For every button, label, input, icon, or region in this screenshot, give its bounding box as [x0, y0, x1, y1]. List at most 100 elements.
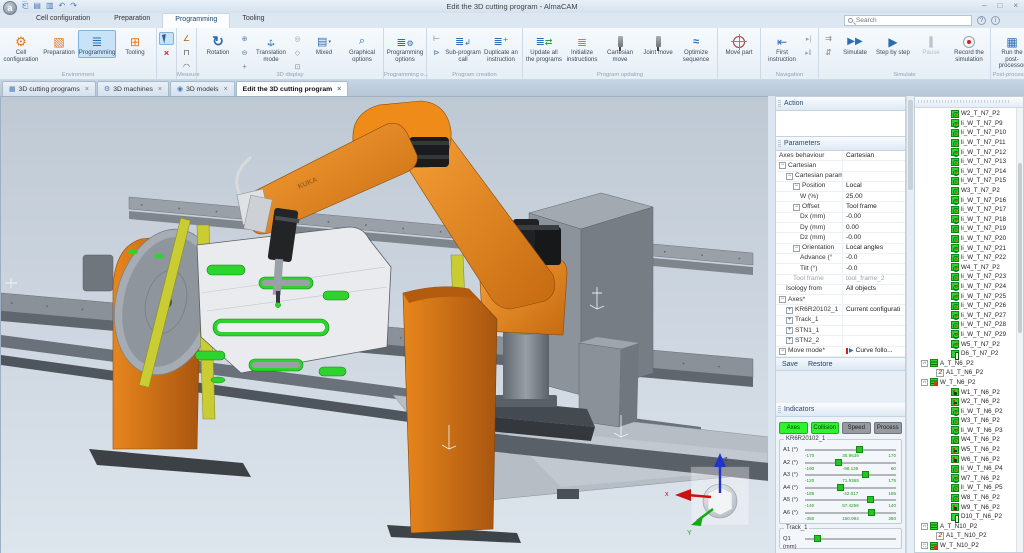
collapse-icon[interactable]: − — [793, 245, 800, 252]
zoom-out-icon[interactable]: ⊖ — [237, 46, 252, 59]
ribbon-button-graphical-options[interactable]: ⌕Graphical options — [343, 30, 381, 64]
doc-tab-edit-the-3d-cutting-program[interactable]: Edit the 3D cutting program× — [236, 81, 349, 96]
expand-icon[interactable]: + — [786, 307, 793, 314]
ribbon-button-simulate[interactable]: ▶▶Simulate — [836, 30, 874, 58]
parameter-row-advance[interactable]: Advance (°-0.0 — [776, 254, 905, 264]
parameter-row-move-mode[interactable]: −Move mode*▶Curve follo... — [776, 347, 905, 357]
expand-icon[interactable]: + — [786, 337, 793, 344]
view-cube-icon[interactable]: ◇ — [290, 46, 305, 59]
create-point-icon[interactable]: ⊢ — [429, 32, 444, 45]
tree-scrollbar[interactable] — [1016, 108, 1023, 553]
viewport-3d[interactable]: KUKA — [0, 96, 768, 553]
parameter-row-cartesian[interactable]: −Cartesian — [776, 161, 905, 171]
parameter-value[interactable]: Local — [842, 182, 905, 191]
tree-item-li-w-t-n7-p28[interactable]: li_W_T_N7_P28 — [915, 320, 1023, 330]
ribbon-button-duplicate-an-instruction[interactable]: ≣⁺Duplicate an instruction — [482, 30, 520, 64]
create-path-icon[interactable]: ⊳ — [429, 46, 444, 59]
doc-tab-3d-machines[interactable]: ⚙3D machines× — [97, 81, 169, 96]
collapse-icon[interactable]: − — [779, 348, 786, 355]
parameter-row-position[interactable]: −PositionLocal — [776, 182, 905, 192]
close-tab-icon[interactable]: × — [158, 86, 162, 93]
ribbon-tab-preparation[interactable]: Preparation — [102, 13, 162, 28]
parameter-value[interactable] — [842, 326, 905, 335]
tree-item-li-w-t-n7-p21[interactable]: li_W_T_N7_P21 — [915, 243, 1023, 253]
tree-item-li-w-t-n7-p19[interactable]: li_W_T_N7_P19 — [915, 224, 1023, 234]
delete-x-icon[interactable]: × — [159, 46, 174, 59]
parameter-value[interactable]: -0.0 — [842, 264, 905, 273]
tree-item-w-t-n10-p2[interactable]: −W_T_N10_P2 — [915, 541, 1023, 551]
axis-slider-a5[interactable]: A5 (°)-14057.4256140 — [783, 496, 898, 509]
axis-slider-a6[interactable]: A6 (°)-350150.994350 — [783, 509, 898, 522]
tree-item-w4-t-n6-p2[interactable]: W4_T_N6_P2 — [915, 435, 1023, 445]
action-panel-header[interactable]: Action — [776, 97, 905, 111]
tree-item-w2-t-n6-p2[interactable]: W2_T_N6_P2 — [915, 397, 1023, 407]
tree-item-w9-t-n6-p2[interactable]: W9_T_N6_P2 — [915, 502, 1023, 512]
restore-button[interactable]: Restore — [808, 361, 833, 368]
slider-thumb[interactable] — [835, 459, 842, 466]
parameter-row-stn1-1[interactable]: +STN1_1 — [776, 326, 905, 336]
collapse-icon[interactable]: − — [793, 204, 800, 211]
view-circle-icon[interactable]: ◎ — [290, 32, 305, 45]
parameter-value[interactable]: 25.00 — [842, 192, 905, 201]
close-button[interactable]: × — [1013, 1, 1018, 10]
tree-item-w6-t-n6-p2[interactable]: W6_T_N6_P2 — [915, 454, 1023, 464]
select-cursor-icon[interactable] — [159, 32, 174, 45]
parameter-row-track-1[interactable]: +Track_1 — [776, 316, 905, 326]
tree-item-li-w-t-n7-p10[interactable]: li_W_T_N7_P10 — [915, 128, 1023, 138]
ribbon-button-preparation[interactable]: ▧Preparation — [40, 30, 78, 58]
run-continuous-icon[interactable]: ⇉ — [821, 32, 836, 45]
tree-item-li-w-t-n7-p11[interactable]: li_W_T_N7_P11 — [915, 138, 1023, 148]
parameter-value[interactable]: Cartesian — [842, 151, 905, 160]
ribbon-button-step-by-step[interactable]: ▶Step by step — [874, 30, 912, 58]
ribbon-button-sub-program-call[interactable]: ≣↲Sub-program call — [444, 30, 482, 64]
help-icon[interactable]: ? — [977, 16, 986, 25]
indicator-toggle-collision[interactable]: Collision — [811, 422, 840, 434]
close-tab-icon[interactable]: × — [337, 86, 341, 93]
tree-item-w5-t-n7-p2[interactable]: W5_T_N7_P2 — [915, 339, 1023, 349]
ribbon-button-translation-mode[interactable]: ↔↕Translation mode — [252, 30, 290, 64]
parameter-value[interactable]: -0.00 — [842, 213, 905, 222]
app-menu-button[interactable]: a — [3, 1, 17, 15]
last-instruction-icon[interactable]: ▸‖ — [801, 46, 816, 59]
tree-item-li-w-t-n7-p18[interactable]: li_W_T_N7_P18 — [915, 215, 1023, 225]
parameter-row-orientation[interactable]: −OrientationLocal angles — [776, 244, 905, 254]
slider-thumb[interactable] — [856, 446, 863, 453]
doc-tab-3d-models[interactable]: ◉3D models× — [170, 81, 235, 96]
parameter-value[interactable]: Local angles — [842, 244, 905, 253]
collapse-icon[interactable]: − — [793, 183, 800, 190]
tree-item-li-w-t-n7-p12[interactable]: li_W_T_N7_P12 — [915, 147, 1023, 157]
parameter-value[interactable]: -0.00 — [842, 233, 905, 242]
indicator-toggle-axes[interactable]: Axes — [779, 422, 808, 434]
tree-item-a-t-n6-p2[interactable]: −A_T_N6_P2 — [915, 358, 1023, 368]
panel-scrollbar[interactable] — [906, 96, 914, 553]
tree-item-d10-t-n6-p2[interactable]: D10_T_N6_P2 — [915, 512, 1023, 522]
indicators-panel-header[interactable]: Indicators — [776, 403, 905, 417]
doc-tab-3d-cutting-programs[interactable]: ▦3D cutting programs× — [2, 81, 96, 96]
next-instruction-icon[interactable]: ▸| — [801, 32, 816, 45]
parameter-value[interactable] — [842, 161, 905, 170]
tree-item-li-w-t-n7-p24[interactable]: li_W_T_N7_P24 — [915, 282, 1023, 292]
parameter-row-cartesian-parame[interactable]: −Cartesian parame — [776, 172, 905, 182]
ribbon-button-mixed[interactable]: ▤▾Mixed — [305, 30, 343, 58]
tree-item-w3-t-n7-p2[interactable]: W3_T_N7_P2 — [915, 186, 1023, 196]
tree-item-li-w-t-n6-p3[interactable]: li_W_T_N6_P3 — [915, 426, 1023, 436]
tree-item-li-w-t-n6-p4[interactable]: li_W_T_N6_P4 — [915, 464, 1023, 474]
ribbon-button-joint-move[interactable]: Joint move — [639, 30, 677, 58]
collapse-icon[interactable]: − — [921, 379, 928, 386]
tree-item-w8-t-n6-p2[interactable]: W8_T_N6_P2 — [915, 493, 1023, 503]
parameter-value[interactable]: ▶Curve follo... — [842, 347, 905, 356]
measure-angle-icon[interactable]: ∠ — [179, 32, 194, 45]
parameter-row-kr6r20102-1[interactable]: +KR6R20102_1Current configurati — [776, 305, 905, 315]
slider-thumb[interactable] — [868, 509, 875, 516]
panel-splitter[interactable] — [768, 96, 775, 553]
tree-item-li-w-t-n7-p9[interactable]: li_W_T_N7_P9 — [915, 119, 1023, 129]
ribbon-button-rotation[interactable]: ↻Rotation — [199, 30, 237, 58]
parameter-value[interactable] — [842, 295, 905, 304]
ribbon-button-tooling[interactable]: ⊞Tooling — [116, 30, 154, 58]
parameter-row-stn2-2[interactable]: +STN2_2 — [776, 336, 905, 346]
collapse-icon[interactable]: − — [921, 523, 928, 530]
parameter-row-w[interactable]: W (%)25.00 — [776, 192, 905, 202]
tree-item-w4-t-n7-p2[interactable]: W4_T_N7_P2 — [915, 263, 1023, 273]
slider-thumb[interactable] — [814, 535, 821, 542]
parameter-row-offset[interactable]: −OffsetTool frame — [776, 202, 905, 212]
